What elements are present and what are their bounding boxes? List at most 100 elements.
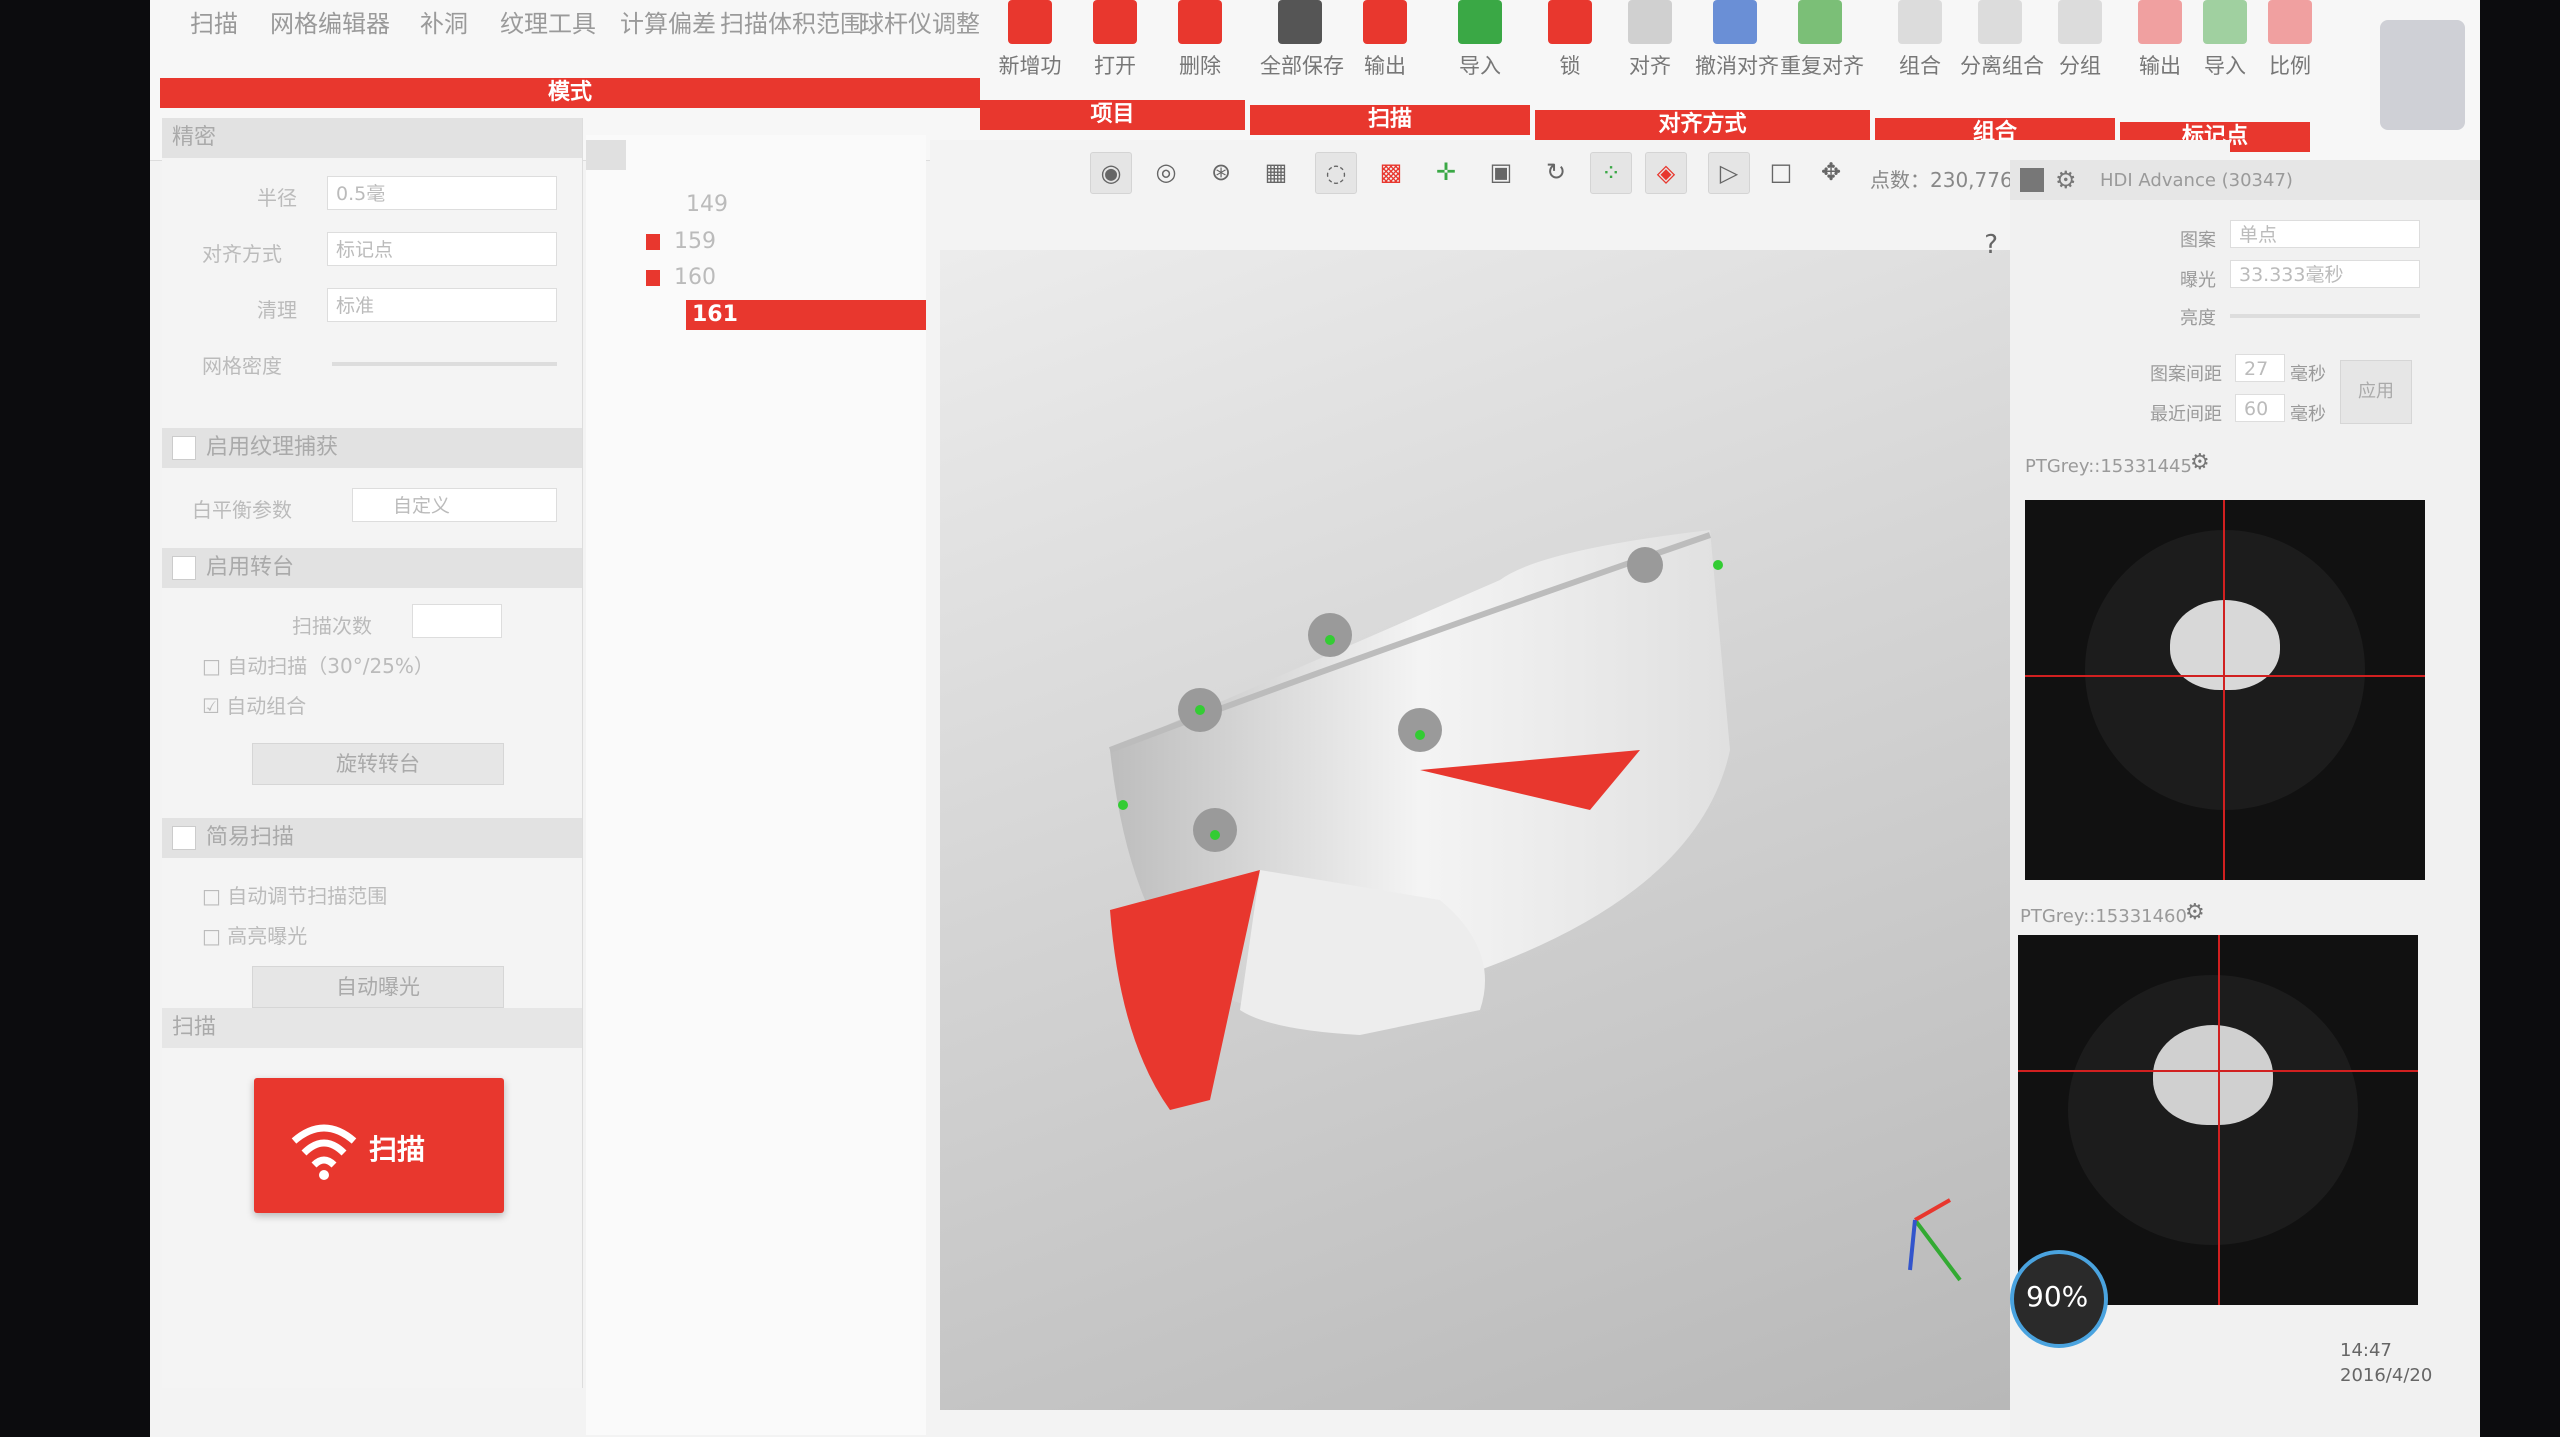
white-balance-label: 白平衡参数 (192, 498, 292, 522)
tab-scan-volume[interactable]: 扫描体积范围 (720, 4, 864, 39)
rotate-icon[interactable]: ↻ (1535, 152, 1577, 194)
view-mode-icon[interactable]: ◉ (1090, 152, 1132, 194)
save-all-button[interactable]: 全部保存 (1260, 0, 1344, 95)
align-mode-select[interactable]: 标记点 (327, 232, 557, 266)
axis-icon[interactable]: ✛ (1425, 152, 1467, 194)
bowl-scan-model[interactable] (940, 250, 2010, 1410)
video-camera-icon[interactable] (2020, 168, 2044, 192)
nearest-spacing-input[interactable]: 60 (2235, 394, 2285, 422)
simple-option-auto-range[interactable]: □ 自动调节扫描范围 (202, 880, 387, 909)
settings-icon[interactable]: ⚙ (2055, 166, 2077, 194)
auto-exposure-button[interactable]: 自动曝光 (252, 966, 504, 1008)
camera1-settings-icon[interactable]: ⚙ (2190, 450, 2210, 475)
rotate-turntable-button[interactable]: 旋转转台 (252, 743, 504, 785)
align-button[interactable]: 对齐 (1610, 0, 1690, 95)
apply-button[interactable]: 应用 (2340, 360, 2412, 424)
section-simple-scan[interactable]: 简易扫描 (162, 818, 582, 858)
wifi-icon (289, 1113, 359, 1183)
simple-option-highlight[interactable]: □ 高亮曝光 (202, 920, 307, 949)
redo-align-button[interactable]: 重复对齐 (1780, 0, 1864, 95)
tab-mesh-editor[interactable]: 网格编辑器 (270, 4, 390, 39)
turntable-checkbox[interactable] (172, 556, 196, 580)
group-button[interactable]: 分组 (2040, 0, 2120, 95)
turntable-option-auto-combine[interactable]: ☑ 自动组合 (202, 690, 306, 719)
pattern-spacing-input[interactable]: 27 (2235, 354, 2285, 382)
texture-title: 启用纹理捕获 (206, 435, 339, 460)
tree-item-label: 160 (674, 265, 716, 290)
export-button[interactable]: 输出 (1345, 0, 1425, 95)
section-turntable[interactable]: 启用转台 (162, 548, 582, 588)
nearest-spacing-unit: 毫秒 (2290, 404, 2326, 425)
tree-item[interactable]: 159 (586, 227, 926, 257)
simple-scan-checkbox[interactable] (172, 826, 196, 850)
aperture-icon[interactable]: ⊛ (1200, 152, 1242, 194)
grid-density-label: 网格密度 (202, 354, 282, 378)
camera1-feed (2025, 500, 2425, 880)
white-balance-select[interactable]: 自定义 (352, 488, 557, 522)
exposure-select[interactable]: 33.333毫秒 (2230, 260, 2420, 288)
open-button[interactable]: 打开 (1075, 0, 1155, 95)
combine-button[interactable]: 组合 (1880, 0, 1960, 95)
stop-icon[interactable]: □ (1760, 152, 1802, 194)
progress-value: 90% (2026, 1280, 2089, 1313)
record-icon[interactable]: ◈ (1645, 152, 1687, 194)
new-project-icon (1008, 0, 1052, 44)
lock-button[interactable]: 锁 (1530, 0, 1610, 95)
save-all-label: 全部保存 (1260, 54, 1344, 78)
delete-button[interactable]: 删除 (1160, 0, 1240, 95)
application-window: 扫描 网格编辑器 补洞 纹理工具 计算偏差 扫描体积范围 球杆仪调整 新增功 打… (150, 0, 2480, 1437)
tree-item[interactable]: 149 (586, 190, 926, 220)
import-button[interactable]: 导入 (1440, 0, 1520, 95)
section-scan: 扫描 (162, 1008, 582, 1048)
tab-texture-tools[interactable]: 纹理工具 (500, 4, 596, 39)
move-icon[interactable]: ✥ (1810, 152, 1852, 194)
grid-icon[interactable]: ▦ (1255, 152, 1297, 194)
clean-select[interactable]: 标准 (327, 288, 557, 322)
tree-item[interactable]: 160 (586, 263, 926, 293)
texture-icon[interactable]: ▩ (1370, 152, 1412, 194)
import-icon (1458, 0, 1502, 44)
separate-button[interactable]: 分离组合 (1960, 0, 2044, 95)
scale-icon (2268, 0, 2312, 44)
undo-align-button[interactable]: 撤消对齐 (1695, 0, 1779, 95)
tab-calibration[interactable]: 球杆仪调整 (860, 4, 980, 39)
grid-density-slider[interactable] (332, 362, 557, 366)
crosshair-horizontal (2018, 1070, 2418, 1072)
cube-icon[interactable]: ▣ (1480, 152, 1522, 194)
bowl-shape (2153, 1025, 2273, 1125)
group-label-mode: 模式 (160, 78, 980, 108)
group-label: 分组 (2059, 54, 2101, 78)
group-icon (2058, 0, 2102, 44)
resolution-label: 半径 (257, 186, 297, 210)
tree-item-selected[interactable]: 161 (686, 300, 926, 330)
scale-button[interactable]: 比例 (2250, 0, 2330, 95)
lock-label: 锁 (1559, 54, 1581, 78)
brightness-slider[interactable] (2230, 314, 2420, 318)
markers-icon[interactable]: ⁘ (1590, 152, 1632, 194)
scan-button[interactable]: 扫描 (254, 1078, 504, 1213)
3d-viewport[interactable]: ? (940, 230, 2010, 1410)
tab-scan[interactable]: 扫描 (190, 4, 238, 39)
camera-icon[interactable]: ◎ (1145, 152, 1187, 194)
camera2-settings-icon[interactable]: ⚙ (2185, 900, 2205, 925)
light-icon[interactable]: ◌ (1315, 152, 1357, 194)
help-icon[interactable]: ? (1984, 230, 1998, 260)
group-label-alignment: 对齐方式 (1535, 110, 1870, 140)
section-texture[interactable]: 启用纹理捕获 (162, 428, 582, 468)
tab-compute-deviation[interactable]: 计算偏差 (620, 4, 716, 39)
tab-fill-holes[interactable]: 补洞 (420, 4, 468, 39)
new-project-button[interactable]: 新增功 (990, 0, 1070, 95)
turntable-option-auto-scan[interactable]: □ 自动扫描（30°/25%） (202, 650, 434, 679)
tree-toolbar-icon[interactable] (586, 140, 626, 170)
texture-checkbox[interactable] (172, 436, 196, 460)
play-icon[interactable]: ▷ (1708, 152, 1750, 194)
pattern-select[interactable]: 单点 (2230, 220, 2420, 248)
resolution-select[interactable]: 0.5毫 (327, 176, 557, 210)
clock-time: 14:47 (2340, 1340, 2392, 1361)
group-label-scan: 扫描 (1250, 105, 1530, 135)
exposure-label: 曝光 (2180, 270, 2216, 291)
device-header: ⚙ HDI Advance (30347) (2010, 160, 2480, 200)
pattern-spacing-label: 图案间距 (2150, 364, 2222, 385)
scan-count-stepper[interactable] (412, 604, 502, 638)
delete-label: 删除 (1179, 54, 1221, 78)
